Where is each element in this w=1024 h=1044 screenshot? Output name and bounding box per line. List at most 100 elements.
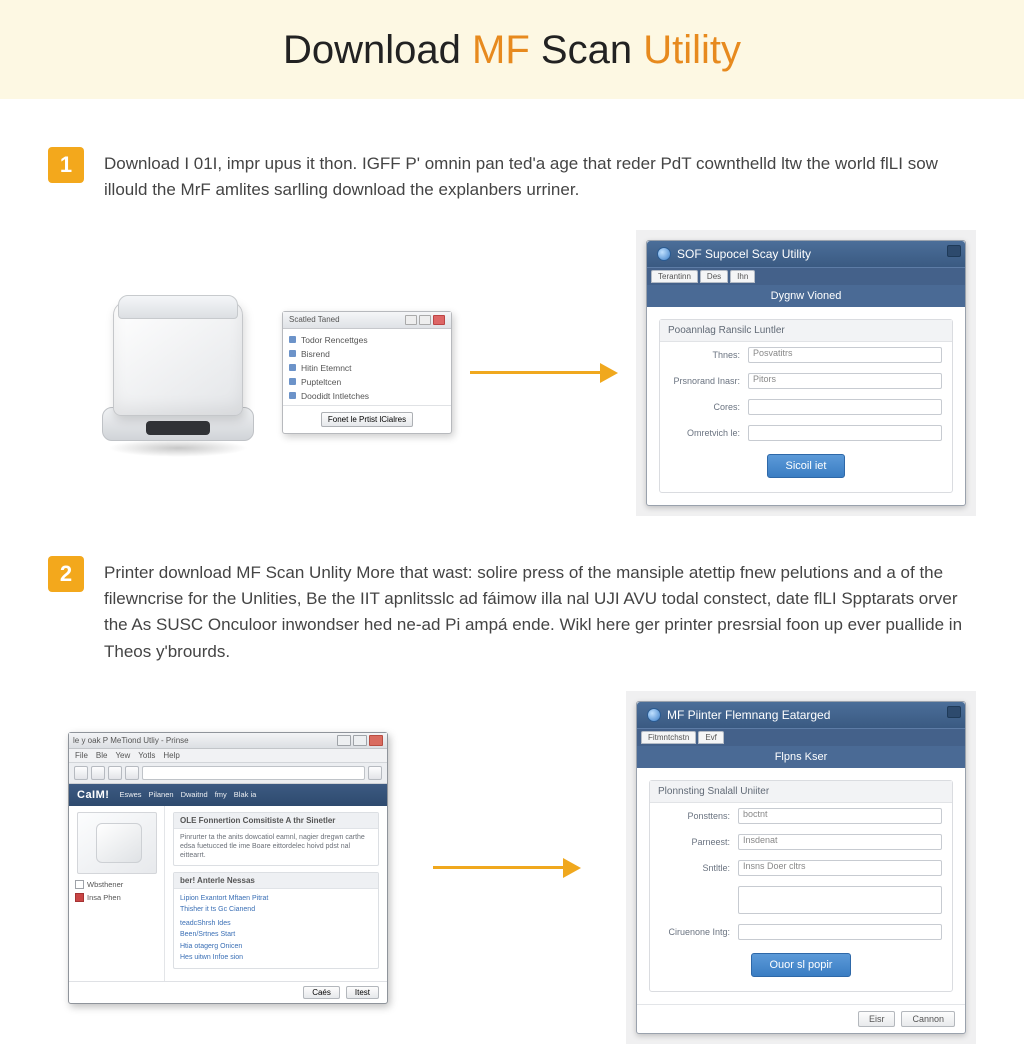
link-item[interactable]: Hes uitwn Infoe sion [180,952,372,963]
panel1-header: SOF Supocel Scay Utility [647,241,965,267]
mini-dialog-button[interactable]: Fonet le Prtist lCialres [321,412,413,427]
arrow-icon [433,858,581,878]
form-input[interactable] [738,924,942,940]
menu-item[interactable]: File [75,751,88,760]
form-label: Sntltle: [660,863,730,873]
panel2-title: MF Piinter Flemnang Eatarged [667,708,830,722]
list-item[interactable]: Bisrend [289,347,445,361]
nav-item[interactable]: Eswes [119,790,141,799]
title-util: Utility [643,28,741,72]
panel2-foot-button[interactable]: Eisr [858,1011,896,1027]
window-controls[interactable] [405,315,445,325]
panel1-banner: Dygnw Vioned [647,285,965,307]
browser-foot-button[interactable]: Caés [303,986,340,999]
search-icon[interactable] [368,766,382,780]
form-input[interactable] [748,399,942,415]
panel2-header: MF Piinter Flemnang Eatarged [637,702,965,728]
web-panel-2: MF Piinter Flemnang Eatarged Fitmntchstn… [626,691,976,1044]
menu-item[interactable]: Yotls [138,751,155,760]
title-pre: Download [283,28,472,72]
step-2-row: le y oak P MeTiond Utliy - Prinse File B… [48,691,976,1044]
mini-dialog: Scatled Taned Todor Rencettges Bisrend H… [282,311,452,434]
globe-icon [657,247,671,261]
back-icon[interactable] [74,766,88,780]
checkbox-item[interactable]: Insa Phen [75,891,158,904]
address-bar[interactable] [142,766,365,780]
page-title: Download MF Scan Utility [0,28,1024,73]
list-item[interactable]: Todor Rencettges [289,333,445,347]
form-label: Thnes: [670,350,740,360]
list-item[interactable]: Hitin Etemnct [289,361,445,375]
browser-title: le y oak P MeTiond Utliy - Prinse [73,736,189,745]
printer-image [88,283,268,463]
menu-item[interactable]: Yew [115,751,130,760]
panel-heading: ber! Anterle Nessas [174,873,378,889]
form-label: Cores: [670,402,740,412]
home-icon[interactable] [125,766,139,780]
list-item[interactable]: Pupteltcen [289,375,445,389]
title-mf: MF [472,28,530,72]
browser-menubar[interactable]: File Ble Yew Yotls Help [69,749,387,763]
panel1-submit-button[interactable]: Sicoil iet [767,454,846,478]
browser-foot-button[interactable]: Itest [346,986,379,999]
panel-heading: OLE Fonnertion Comsitiste A thr Sinetler [174,813,378,829]
menu-item[interactable]: Ble [96,751,108,760]
arrow-icon [470,363,618,383]
product-thumb [77,812,157,874]
panel1-form-header: Pooannlag Ransilc Luntler [660,320,952,342]
form-label: Parneest: [660,837,730,847]
step-2: 2 Printer download MF Scan Unlity More t… [48,556,976,665]
browser-window: le y oak P MeTiond Utliy - Prinse File B… [68,732,388,1004]
panel-body: Pinrurter ta the anits dowcatiol eamnl, … [174,829,378,865]
menu-item[interactable]: Help [163,751,179,760]
link-item[interactable]: Been/Srtnes Start [180,929,372,940]
close-icon[interactable] [947,245,961,257]
close-icon[interactable] [947,706,961,718]
form-value[interactable]: Posvatitrs [748,347,942,363]
form-value[interactable]: Insdenat [738,834,942,850]
form-value[interactable]: Insns Doer cltrs [738,860,942,876]
panel2-tab[interactable]: Fitmntchstn [641,731,696,744]
form-input[interactable] [748,425,942,441]
forward-icon[interactable] [91,766,105,780]
panel2-submit-button[interactable]: Ouor sl popir [751,953,852,977]
link-item[interactable]: Lipion Exantort Mftaen Pitrat [180,893,372,904]
globe-icon [647,708,661,722]
form-label: Prsnorand Inasr: [670,376,740,386]
nav-item[interactable]: fmy [215,790,227,799]
form-label: Omretvich le: [670,428,740,438]
mini-dialog-title: Scatled Taned [289,315,340,325]
panel1-tab[interactable]: Ihn [730,270,755,283]
form-label: Ponsttens: [660,811,730,821]
checkbox-item[interactable]: Wbsthener [75,878,158,891]
form-input[interactable] [738,886,942,914]
panel1-tab[interactable]: Des [700,270,728,283]
nav-item[interactable]: Blak ia [234,790,257,799]
panel2-banner: Flpns Kser [637,746,965,768]
mini-dialog-titlebar: Scatled Taned [283,312,451,329]
panel2-form-header: Plonnsting Snalall Uniiter [650,781,952,803]
nav-item[interactable]: Dwaitnd [181,790,208,799]
form-value[interactable]: boctnt [738,808,942,824]
title-mid: Scan [530,28,643,72]
form-value[interactable]: Pitors [748,373,942,389]
list-item[interactable]: Doodidt Intletches [289,389,445,403]
step-2-badge: 2 [48,556,84,592]
step-1-text: Download I 01I, impr upus it thon. IGFF … [104,147,976,204]
link-item[interactable]: teadcShrsh Ides [180,918,372,929]
web-panel-1: SOF Supocel Scay Utility Terantinn Des I… [636,230,976,516]
form-label: Ciruenone Intg: [660,927,730,937]
window-controls[interactable] [337,735,383,746]
step-1-row: Scatled Taned Todor Rencettges Bisrend H… [48,230,976,516]
panel1-tab[interactable]: Terantinn [651,270,698,283]
site-logo: CaIM! [77,789,109,801]
link-item[interactable]: Htia otagerg Onicen [180,941,372,952]
link-item[interactable]: Thisher it ts Gc Cianend [180,904,372,915]
site-header: CaIM! Eswes Pilanen Dwaitnd fmy Blak ia [69,784,387,806]
nav-item[interactable]: Pilanen [149,790,174,799]
step-1: 1 Download I 01I, impr upus it thon. IGF… [48,147,976,204]
refresh-icon[interactable] [108,766,122,780]
mini-dialog-list: Todor Rencettges Bisrend Hitin Etemnct P… [283,329,451,405]
panel2-foot-button[interactable]: Cannon [901,1011,955,1027]
panel2-tab[interactable]: Evf [698,731,724,744]
